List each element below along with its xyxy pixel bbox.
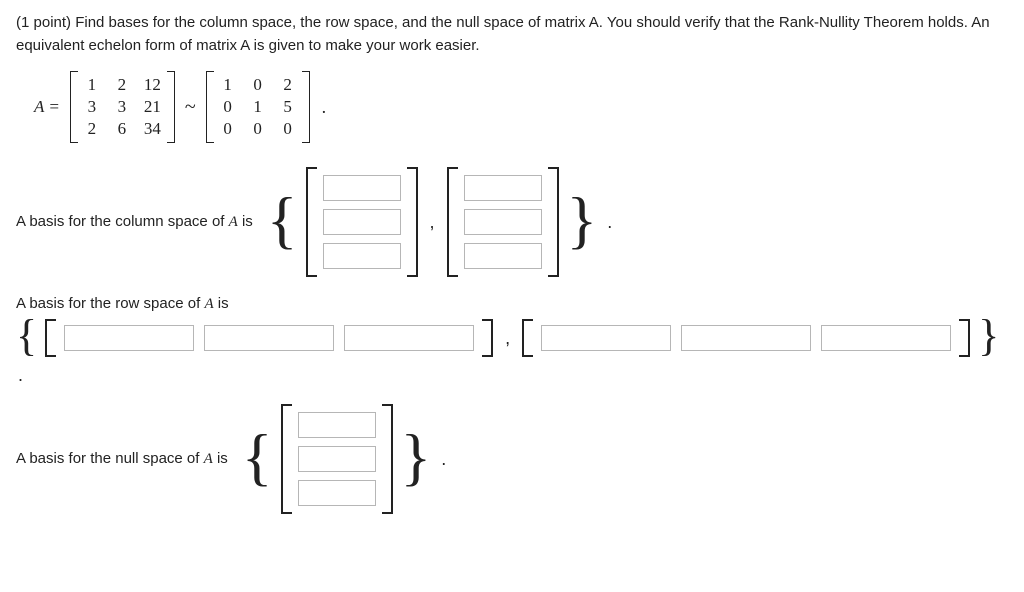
- brace-left-icon: {: [267, 194, 298, 245]
- column-space-label: A basis for the column space of A is: [16, 213, 253, 231]
- matrix-cell: 2: [84, 119, 100, 139]
- col1-entry-1[interactable]: [323, 175, 401, 201]
- lhs-label: A =: [34, 97, 60, 117]
- matrix-cell: 3: [114, 97, 130, 117]
- problem-prompt: (1 point) Find bases for the column spac…: [16, 12, 1008, 57]
- matrix-cell: 0: [220, 97, 236, 117]
- brace-right-icon: }: [567, 194, 598, 245]
- row-space-label: A basis for the row space of A is: [16, 295, 1002, 313]
- brace-right-icon: }: [978, 318, 999, 353]
- matrix-cell: 1: [250, 97, 266, 117]
- comma-1: ,: [426, 212, 439, 233]
- brace-left-icon: {: [242, 431, 273, 482]
- col1-entry-2[interactable]: [323, 209, 401, 235]
- matrix-cell: 0: [250, 119, 266, 139]
- matrix-cell: 1: [220, 75, 236, 95]
- row1-entry-1[interactable]: [64, 325, 194, 351]
- col2-entry-3[interactable]: [464, 243, 542, 269]
- col-vector-1: [306, 167, 418, 277]
- matrix-echelon: 102015000: [206, 71, 310, 143]
- col1-entry-3[interactable]: [323, 243, 401, 269]
- row-period: .: [18, 365, 23, 386]
- comma-2: ,: [501, 328, 514, 349]
- matrix-cell: 6: [114, 119, 130, 139]
- null-vector-1: [281, 404, 393, 514]
- matrix-cell: 0: [280, 119, 296, 139]
- tilde-symbol: ~: [185, 96, 196, 119]
- matrix-cell: 21: [144, 97, 161, 117]
- column-space-section: A basis for the column space of A is { ,…: [16, 167, 1008, 277]
- matrix-cell: 34: [144, 119, 161, 139]
- matrix-A: 121233212634: [70, 71, 175, 143]
- matrix-cell: 0: [220, 119, 236, 139]
- brace-left-icon: {: [16, 318, 37, 353]
- row2-entry-3[interactable]: [821, 325, 951, 351]
- col2-entry-1[interactable]: [464, 175, 542, 201]
- matrix-equation: A = 121233212634 ~ 102015000 .: [34, 71, 1008, 143]
- col-period: .: [607, 212, 612, 233]
- matrix-cell: 2: [280, 75, 296, 95]
- row2-entry-1[interactable]: [541, 325, 671, 351]
- matrix-cell: 0: [250, 75, 266, 95]
- row-vector-2: [522, 319, 970, 357]
- null-entry-1[interactable]: [298, 412, 376, 438]
- row-space-section: A basis for the row space of A is { , } …: [16, 295, 1008, 386]
- null-entry-3[interactable]: [298, 480, 376, 506]
- brace-right-icon: }: [401, 431, 432, 482]
- matrix-cell: 12: [144, 75, 161, 95]
- col2-entry-2[interactable]: [464, 209, 542, 235]
- matrix-cell: 5: [280, 97, 296, 117]
- matrix-cell: 1: [84, 75, 100, 95]
- col-vector-2: [447, 167, 559, 277]
- null-period: .: [441, 449, 446, 470]
- matrix-cell: 2: [114, 75, 130, 95]
- row1-entry-3[interactable]: [344, 325, 474, 351]
- row2-entry-2[interactable]: [681, 325, 811, 351]
- null-space-label: A basis for the null space of A is: [16, 450, 228, 468]
- matrix-cell: 3: [84, 97, 100, 117]
- null-entry-2[interactable]: [298, 446, 376, 472]
- row1-entry-2[interactable]: [204, 325, 334, 351]
- null-space-section: A basis for the null space of A is { } .: [16, 404, 1008, 514]
- eq-period: .: [322, 97, 327, 118]
- row-vector-1: [45, 319, 493, 357]
